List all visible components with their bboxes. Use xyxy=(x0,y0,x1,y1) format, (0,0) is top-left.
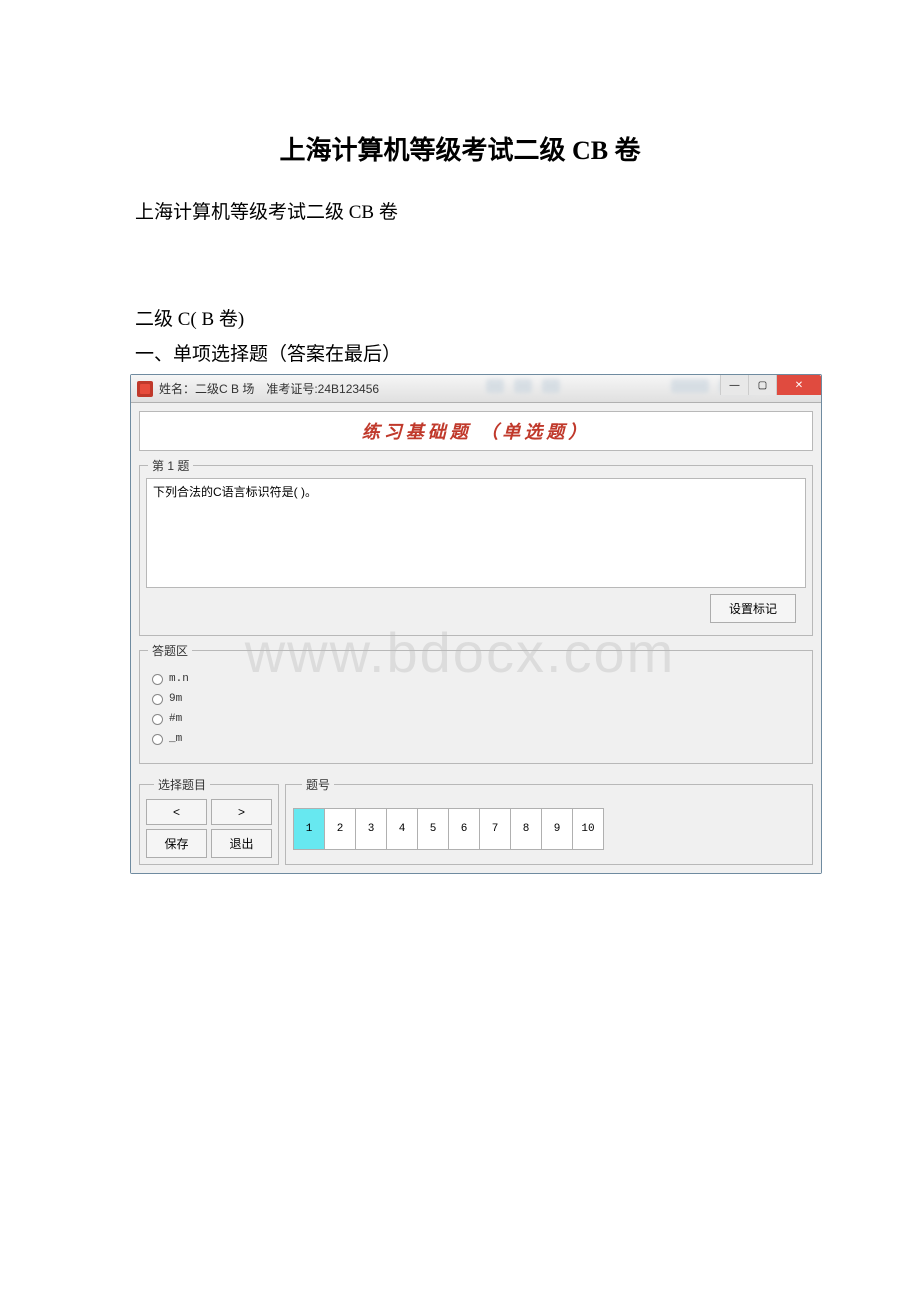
maximize-button[interactable]: ▢ xyxy=(748,375,776,395)
question-numbers-fieldset: 题号 12345678910 xyxy=(285,776,813,865)
question-number-cell[interactable]: 8 xyxy=(510,808,542,850)
window-titlebar: 姓名：二级C B 场 准考证号:24B123456 — ▢ ✕ xyxy=(131,375,821,403)
question-number-cell[interactable]: 2 xyxy=(324,808,356,850)
window-controls: — ▢ ✕ xyxy=(720,375,821,395)
numbers-legend: 题号 xyxy=(302,776,334,793)
question-number-cell[interactable]: 9 xyxy=(541,808,573,850)
question-number-cell[interactable]: 6 xyxy=(448,808,480,850)
radio-icon xyxy=(152,694,163,705)
section-label-1: 二级 C( B 卷) xyxy=(135,304,920,331)
option-label: #m xyxy=(169,713,182,725)
document-subtitle: 上海计算机等级考试二级 CB 卷 xyxy=(135,197,920,224)
panel-heading: 练习基础题 （单选题） xyxy=(139,411,813,451)
answer-option[interactable]: _m xyxy=(152,733,800,745)
question-number-cell[interactable]: 1 xyxy=(293,808,325,850)
radio-icon xyxy=(152,734,163,745)
radio-icon xyxy=(152,714,163,725)
section-label-2: 一、单项选择题（答案在最后） xyxy=(135,339,920,366)
question-number-cell[interactable]: 3 xyxy=(355,808,387,850)
document-title: 上海计算机等级考试二级 CB 卷 xyxy=(0,130,920,167)
minimize-button[interactable]: — xyxy=(720,375,748,395)
app-body: 练习基础题 （单选题） 第 1 题 下列合法的C语言标识符是( )。 设置标记 … xyxy=(131,403,821,873)
set-mark-button[interactable]: 设置标记 xyxy=(710,594,796,623)
select-question-fieldset: 选择题目 < > 保存 退出 xyxy=(139,776,279,865)
answer-option[interactable]: m.n xyxy=(152,673,800,685)
question-fieldset: 第 1 题 下列合法的C语言标识符是( )。 设置标记 xyxy=(139,457,813,636)
option-label: 9m xyxy=(169,693,182,705)
titlebar-name: 姓名：二级C B 场 xyxy=(159,380,254,397)
next-button[interactable]: > xyxy=(211,799,272,825)
question-number-cell[interactable]: 10 xyxy=(572,808,604,850)
close-button[interactable]: ✕ xyxy=(776,375,821,395)
application-window: 姓名：二级C B 场 准考证号:24B123456 — ▢ ✕ 练习基础题 （单… xyxy=(130,374,822,874)
radio-icon xyxy=(152,674,163,685)
question-number-cell[interactable]: 7 xyxy=(479,808,511,850)
option-label: m.n xyxy=(169,673,189,685)
titlebar-exam-id: 准考证号:24B123456 xyxy=(266,380,379,397)
answers-fieldset: 答题区 m.n 9m #m _m xyxy=(139,642,813,764)
question-legend: 第 1 题 xyxy=(148,457,193,474)
prev-button[interactable]: < xyxy=(146,799,207,825)
question-number-cell[interactable]: 5 xyxy=(417,808,449,850)
question-text: 下列合法的C语言标识符是( )。 xyxy=(146,478,806,588)
exit-button[interactable]: 退出 xyxy=(211,829,272,858)
question-number-grid: 12345678910 xyxy=(294,808,604,850)
option-label: _m xyxy=(169,733,182,745)
bottom-navigation-row: 选择题目 < > 保存 退出 题号 12345678910 xyxy=(139,770,813,865)
save-button[interactable]: 保存 xyxy=(146,829,207,858)
answer-option[interactable]: #m xyxy=(152,713,800,725)
answers-legend: 答题区 xyxy=(148,642,192,659)
app-icon xyxy=(137,381,153,397)
titlebar-blur-decor xyxy=(486,379,560,393)
answer-option[interactable]: 9m xyxy=(152,693,800,705)
question-number-cell[interactable]: 4 xyxy=(386,808,418,850)
select-legend: 选择题目 xyxy=(154,776,210,793)
